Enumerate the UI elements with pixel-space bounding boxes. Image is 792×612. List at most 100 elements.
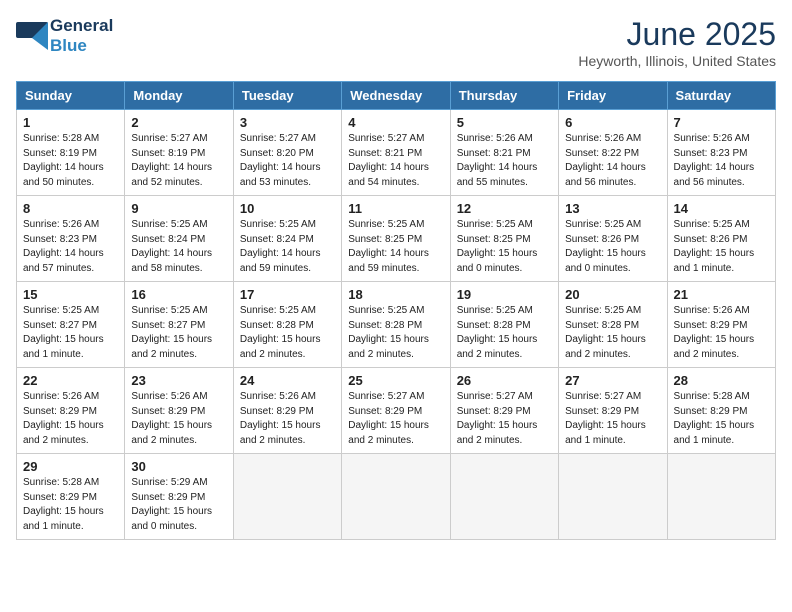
day-info: Sunrise: 5:25 AM Sunset: 8:25 PM Dayligh… (457, 218, 552, 276)
calendar-week-row: 8 Sunrise: 5:26 AM Sunset: 8:23 PM Daylig… (17, 196, 776, 282)
day-info: Sunrise: 5:25 AM Sunset: 8:27 PM Dayligh… (131, 304, 226, 362)
day-number: 3 (240, 115, 335, 130)
calendar-day-cell: 25Sunrise: 5:27 AM Sunset: 8:29 PM Dayli… (342, 368, 450, 454)
day-info: Sunrise: 5:26 AM Sunset: 8:29 PM Dayligh… (240, 390, 335, 448)
calendar-day-cell (450, 454, 558, 540)
calendar-day-cell (667, 454, 775, 540)
day-info: Sunrise: 5:25 AM Sunset: 8:28 PM Dayligh… (348, 304, 443, 362)
day-number: 25 (348, 373, 443, 388)
header-monday: Monday (125, 82, 233, 110)
day-number: 29 (23, 459, 118, 474)
calendar-day-cell: 5Sunrise: 5:26 AM Sunset: 8:21 PM Daylig… (450, 110, 558, 196)
calendar-week-row: 1 Sunrise: 5:28 AM Sunset: 8:19 PM Daylig… (17, 110, 776, 196)
day-info: Sunrise: 5:25 AM Sunset: 8:25 PM Dayligh… (348, 218, 443, 276)
day-info: Sunrise: 5:27 AM Sunset: 8:20 PM Dayligh… (240, 132, 335, 190)
day-number: 2 (131, 115, 226, 130)
calendar-day-cell (559, 454, 667, 540)
day-info: Sunrise: 5:25 AM Sunset: 8:28 PM Dayligh… (565, 304, 660, 362)
day-number: 21 (674, 287, 769, 302)
calendar-table: SundayMondayTuesdayWednesdayThursdayFrid… (16, 81, 776, 540)
header-sunday: Sunday (17, 82, 125, 110)
calendar-day-cell: 26Sunrise: 5:27 AM Sunset: 8:29 PM Dayli… (450, 368, 558, 454)
calendar-day-cell: 11Sunrise: 5:25 AM Sunset: 8:25 PM Dayli… (342, 196, 450, 282)
calendar-day-cell: 10Sunrise: 5:25 AM Sunset: 8:24 PM Dayli… (233, 196, 341, 282)
day-number: 23 (131, 373, 226, 388)
day-info: Sunrise: 5:26 AM Sunset: 8:23 PM Dayligh… (23, 218, 118, 276)
header-friday: Friday (559, 82, 667, 110)
day-info: Sunrise: 5:27 AM Sunset: 8:29 PM Dayligh… (457, 390, 552, 448)
calendar-day-cell: 3 Sunrise: 5:27 AM Sunset: 8:20 PM Daylig… (233, 110, 341, 196)
calendar-day-cell: 30 Sunrise: 5:29 AM Sunset: 8:29 PM Dayli… (125, 454, 233, 540)
day-number: 8 (23, 201, 118, 216)
day-info: Sunrise: 5:27 AM Sunset: 8:21 PM Dayligh… (348, 132, 443, 190)
day-info: Sunrise: 5:26 AM Sunset: 8:29 PM Dayligh… (23, 390, 118, 448)
header-wednesday: Wednesday (342, 82, 450, 110)
day-info: Sunrise: 5:25 AM Sunset: 8:27 PM Dayligh… (23, 304, 118, 362)
calendar-day-cell: 19 Sunrise: 5:25 AM Sunset: 8:28 PM Dayli… (450, 282, 558, 368)
day-number: 6 (565, 115, 660, 130)
day-number: 27 (565, 373, 660, 388)
logo-icon (16, 22, 48, 50)
calendar-day-cell: 8 Sunrise: 5:26 AM Sunset: 8:23 PM Daylig… (17, 196, 125, 282)
day-info: Sunrise: 5:25 AM Sunset: 8:24 PM Dayligh… (131, 218, 226, 276)
calendar-title: June 2025 (578, 16, 776, 53)
day-info: Sunrise: 5:26 AM Sunset: 8:21 PM Dayligh… (457, 132, 552, 190)
calendar-header-row: SundayMondayTuesdayWednesdayThursdayFrid… (17, 82, 776, 110)
header-tuesday: Tuesday (233, 82, 341, 110)
day-number: 9 (131, 201, 226, 216)
day-number: 28 (674, 373, 769, 388)
header-saturday: Saturday (667, 82, 775, 110)
calendar-day-cell: 21Sunrise: 5:26 AM Sunset: 8:29 PM Dayli… (667, 282, 775, 368)
day-info: Sunrise: 5:27 AM Sunset: 8:19 PM Dayligh… (131, 132, 226, 190)
day-number: 4 (348, 115, 443, 130)
calendar-subtitle: Heyworth, Illinois, United States (578, 53, 776, 69)
title-block: June 2025 Heyworth, Illinois, United Sta… (578, 16, 776, 69)
calendar-day-cell: 23 Sunrise: 5:26 AM Sunset: 8:29 PM Dayli… (125, 368, 233, 454)
calendar-day-cell: 7Sunrise: 5:26 AM Sunset: 8:23 PM Daylig… (667, 110, 775, 196)
day-number: 14 (674, 201, 769, 216)
calendar-day-cell: 17Sunrise: 5:25 AM Sunset: 8:28 PM Dayli… (233, 282, 341, 368)
day-info: Sunrise: 5:27 AM Sunset: 8:29 PM Dayligh… (565, 390, 660, 448)
calendar-day-cell: 4 Sunrise: 5:27 AM Sunset: 8:21 PM Daylig… (342, 110, 450, 196)
day-info: Sunrise: 5:28 AM Sunset: 8:19 PM Dayligh… (23, 132, 118, 190)
day-number: 16 (131, 287, 226, 302)
day-info: Sunrise: 5:26 AM Sunset: 8:29 PM Dayligh… (131, 390, 226, 448)
calendar-day-cell: 2 Sunrise: 5:27 AM Sunset: 8:19 PM Daylig… (125, 110, 233, 196)
calendar-day-cell (233, 454, 341, 540)
header-thursday: Thursday (450, 82, 558, 110)
day-number: 1 (23, 115, 118, 130)
calendar-day-cell (342, 454, 450, 540)
day-number: 30 (131, 459, 226, 474)
day-number: 18 (348, 287, 443, 302)
calendar-week-row: 22 Sunrise: 5:26 AM Sunset: 8:29 PM Dayli… (17, 368, 776, 454)
calendar-week-row: 29 Sunrise: 5:28 AM Sunset: 8:29 PM Dayli… (17, 454, 776, 540)
day-info: Sunrise: 5:28 AM Sunset: 8:29 PM Dayligh… (23, 476, 118, 534)
day-number: 12 (457, 201, 552, 216)
day-number: 22 (23, 373, 118, 388)
day-info: Sunrise: 5:26 AM Sunset: 8:22 PM Dayligh… (565, 132, 660, 190)
calendar-week-row: 15 Sunrise: 5:25 AM Sunset: 8:27 PM Dayli… (17, 282, 776, 368)
day-info: Sunrise: 5:29 AM Sunset: 8:29 PM Dayligh… (131, 476, 226, 534)
day-info: Sunrise: 5:26 AM Sunset: 8:23 PM Dayligh… (674, 132, 769, 190)
calendar-day-cell: 28 Sunrise: 5:28 AM Sunset: 8:29 PM Dayli… (667, 368, 775, 454)
logo-blue-text: Blue (50, 36, 87, 55)
calendar-day-cell: 20 Sunrise: 5:25 AM Sunset: 8:28 PM Dayli… (559, 282, 667, 368)
day-number: 19 (457, 287, 552, 302)
calendar-day-cell: 27 Sunrise: 5:27 AM Sunset: 8:29 PM Dayli… (559, 368, 667, 454)
calendar-day-cell: 1 Sunrise: 5:28 AM Sunset: 8:19 PM Daylig… (17, 110, 125, 196)
day-info: Sunrise: 5:25 AM Sunset: 8:24 PM Dayligh… (240, 218, 335, 276)
day-number: 15 (23, 287, 118, 302)
day-info: Sunrise: 5:25 AM Sunset: 8:26 PM Dayligh… (565, 218, 660, 276)
day-number: 13 (565, 201, 660, 216)
calendar-day-cell: 14Sunrise: 5:25 AM Sunset: 8:26 PM Dayli… (667, 196, 775, 282)
day-number: 24 (240, 373, 335, 388)
day-info: Sunrise: 5:25 AM Sunset: 8:28 PM Dayligh… (240, 304, 335, 362)
calendar-day-cell: 9 Sunrise: 5:25 AM Sunset: 8:24 PM Daylig… (125, 196, 233, 282)
calendar-day-cell: 12 Sunrise: 5:25 AM Sunset: 8:25 PM Dayli… (450, 196, 558, 282)
day-info: Sunrise: 5:28 AM Sunset: 8:29 PM Dayligh… (674, 390, 769, 448)
calendar-day-cell: 24 Sunrise: 5:26 AM Sunset: 8:29 PM Dayli… (233, 368, 341, 454)
day-info: Sunrise: 5:25 AM Sunset: 8:28 PM Dayligh… (457, 304, 552, 362)
calendar-day-cell: 16 Sunrise: 5:25 AM Sunset: 8:27 PM Dayli… (125, 282, 233, 368)
day-number: 20 (565, 287, 660, 302)
calendar-day-cell: 13 Sunrise: 5:25 AM Sunset: 8:26 PM Dayli… (559, 196, 667, 282)
